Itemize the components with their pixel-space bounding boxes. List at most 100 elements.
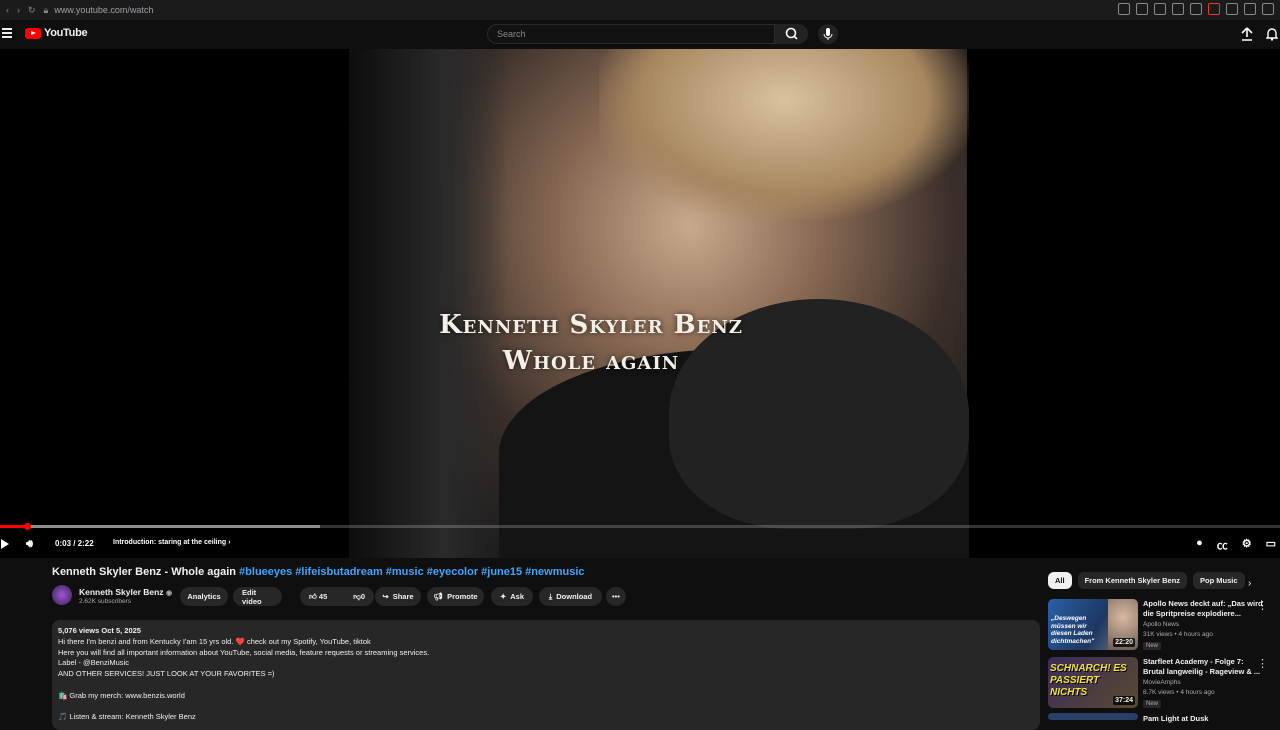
- video-title: Kenneth Skyler Benz - Whole again #bluee…: [52, 566, 585, 578]
- more-vertical-icon[interactable]: ⋮: [1257, 599, 1268, 612]
- description-box[interactable]: 5,076 views Oct 5, 2025 Hi there I'm ben…: [52, 620, 1040, 730]
- autoplay-toggle-icon[interactable]: ●: [1196, 537, 1203, 553]
- video-overlay-title: Kenneth Skyler Benz Whole again: [349, 307, 833, 379]
- more-actions-button[interactable]: •••: [606, 587, 626, 606]
- search-icon: [785, 27, 798, 40]
- play-icon[interactable]: [1, 539, 9, 549]
- hamburger-menu-icon[interactable]: [2, 28, 12, 40]
- recommendation-channel[interactable]: Apollo News: [1143, 621, 1179, 628]
- player-controls: 🔊︎ 0:03 / 2:22 Introduction: staring at …: [0, 535, 1280, 553]
- megaphone-icon: 📢︎: [433, 592, 444, 601]
- download-icon: ⤓: [548, 591, 553, 601]
- reload-icon[interactable]: ↻: [28, 5, 36, 16]
- subtitles-icon[interactable]: ㏄: [1217, 537, 1228, 553]
- recommendation-title[interactable]: Pam Light at Dusk: [1143, 714, 1265, 724]
- new-badge: New: [1143, 642, 1162, 650]
- analytics-button[interactable]: Analytics: [180, 587, 228, 606]
- new-badge: New: [1143, 700, 1162, 708]
- scrubber-handle[interactable]: [23, 523, 31, 530]
- video-player[interactable]: Kenneth Skyler Benz Whole again: [0, 49, 1280, 558]
- heart-icon[interactable]: [1190, 3, 1202, 15]
- progress-bar[interactable]: [0, 523, 1280, 530]
- description-line: 🛍️ Grab my merch: www.benzis.world: [58, 690, 185, 700]
- like-button[interactable]: 👍︎ 45: [309, 592, 327, 602]
- hashtags[interactable]: #blueeyes #lifeisbutadream #music #eyeco…: [239, 566, 584, 578]
- extension-icons: [1118, 3, 1274, 15]
- more-vertical-icon[interactable]: ⋮: [1257, 657, 1268, 670]
- miniplayer-icon[interactable]: ▭: [1266, 537, 1276, 553]
- chip-pop-music[interactable]: Pop Music: [1193, 572, 1245, 589]
- verified-icon: ◉: [165, 590, 173, 597]
- video-title-area: Kenneth Skyler Benz - Whole again #bluee…: [52, 566, 1032, 578]
- video-thumbnail[interactable]: [1048, 713, 1138, 720]
- chip-all[interactable]: All: [1048, 572, 1072, 589]
- chip-from-channel[interactable]: From Kenneth Skyler Benz: [1077, 572, 1188, 589]
- search-input[interactable]: Search: [487, 24, 775, 44]
- description-line: [58, 702, 1034, 713]
- subscriber-count: 2.62K subscribers: [79, 598, 132, 605]
- description-line: Here you will find all important informa…: [58, 647, 430, 657]
- lock-icon[interactable]: 🔒︎: [44, 5, 49, 16]
- bookmark-icon[interactable]: [1118, 3, 1130, 15]
- promote-button[interactable]: 📢︎ Promote: [427, 587, 484, 606]
- view-stats: 5,076 views Oct 5, 2025: [58, 626, 141, 635]
- recommendation-title[interactable]: Starfleet Academy - Folge 7: Brutal lang…: [1143, 657, 1265, 677]
- upload-icon[interactable]: [1241, 27, 1253, 41]
- video-frame: [349, 49, 969, 558]
- played-bar: [0, 525, 27, 528]
- description-line: 🎵 Listen & stream: Kenneth Skyler Benz: [58, 712, 196, 722]
- puzzle-icon[interactable]: [1226, 3, 1238, 15]
- microphone-icon: [823, 28, 833, 40]
- shield-icon[interactable]: [1154, 3, 1166, 15]
- stats-icon[interactable]: [1208, 3, 1220, 15]
- buffered-bar: [0, 525, 320, 528]
- overlay-line-artist: Kenneth Skyler Benz: [439, 310, 743, 340]
- recommendation-views: 8.7K views • 4 hours ago: [1143, 689, 1215, 696]
- back-icon[interactable]: ‹: [6, 5, 9, 15]
- recommendation-channel[interactable]: MovieAmphs: [1143, 679, 1181, 686]
- time-display: 0:03 / 2:22: [55, 539, 94, 548]
- recommendation-item[interactable]: „Deswegen müssen wir diesen Laden dichtm…: [1048, 599, 1280, 651]
- youtube-play-icon: [25, 27, 41, 39]
- chevron-right-icon[interactable]: ›: [1248, 578, 1251, 589]
- download-button[interactable]: ⤓ Download: [539, 587, 602, 606]
- channel-avatar[interactable]: [52, 585, 72, 605]
- description-line: Hi there I'm benzi and from Kentucky I'a…: [58, 636, 371, 646]
- ask-button[interactable]: ✦ Ask: [491, 587, 533, 606]
- description-line: AND OTHER SERVICES! JUST LOOK AT YOUR FA…: [58, 669, 275, 679]
- settings-ext-icon[interactable]: [1262, 3, 1274, 15]
- video-thumbnail[interactable]: „Deswegen müssen wir diesen Laden dichtm…: [1048, 599, 1138, 650]
- channel-name[interactable]: Kenneth Skyler Benz ◉: [79, 587, 172, 597]
- volume-icon[interactable]: 🔊︎: [26, 538, 33, 551]
- share-icon: ↪: [382, 592, 389, 601]
- play-ext-icon[interactable]: [1172, 3, 1184, 15]
- owner-row: Kenneth Skyler Benz ◉ 2.62K subscribers …: [52, 585, 1042, 607]
- overlay-line-song: Whole again: [502, 346, 680, 376]
- chat-icon[interactable]: [1244, 3, 1256, 15]
- recommendation-title[interactable]: Apollo News deckt auf: „Das wird die Spr…: [1143, 599, 1265, 619]
- notifications-bell-icon[interactable]: [1266, 27, 1278, 41]
- address-bar[interactable]: www.youtube.com/watch: [54, 5, 153, 15]
- settings-gear-icon[interactable]: ⚙: [1242, 537, 1252, 553]
- description-line: [58, 680, 1034, 691]
- duration-badge: 22:20: [1113, 638, 1135, 647]
- logo-text: YouTube: [44, 27, 88, 39]
- more-horizontal-icon: •••: [612, 592, 620, 601]
- masthead: YouTube Search: [0, 20, 1280, 49]
- recommendation-item[interactable]: SCHNARCH! ES PASSIERT NICHTS 37:24 Starf…: [1048, 657, 1280, 709]
- recommendation-item[interactable]: Pam Light at Dusk: [1048, 713, 1280, 723]
- chapter-title[interactable]: Introduction: staring at the ceiling ›: [113, 539, 230, 546]
- like-dislike-group: 👍︎ 45 👎︎0: [300, 587, 374, 606]
- search-button[interactable]: [775, 24, 808, 44]
- duration-badge: 37:24: [1113, 696, 1135, 705]
- edit-video-button[interactable]: Edit video: [233, 587, 282, 606]
- tab-icon[interactable]: [1136, 3, 1148, 15]
- filter-chips: All From Kenneth Skyler Benz Pop Music: [1048, 572, 1245, 589]
- youtube-logo[interactable]: YouTube: [25, 27, 88, 39]
- dislike-button[interactable]: 👎︎0: [353, 592, 365, 602]
- share-button[interactable]: ↪ Share: [375, 587, 421, 606]
- voice-search-button[interactable]: [818, 24, 838, 44]
- video-thumbnail[interactable]: SCHNARCH! ES PASSIERT NICHTS 37:24: [1048, 657, 1138, 708]
- recommendation-views: 31K views • 4 hours ago: [1143, 631, 1213, 638]
- forward-icon[interactable]: ›: [17, 5, 20, 15]
